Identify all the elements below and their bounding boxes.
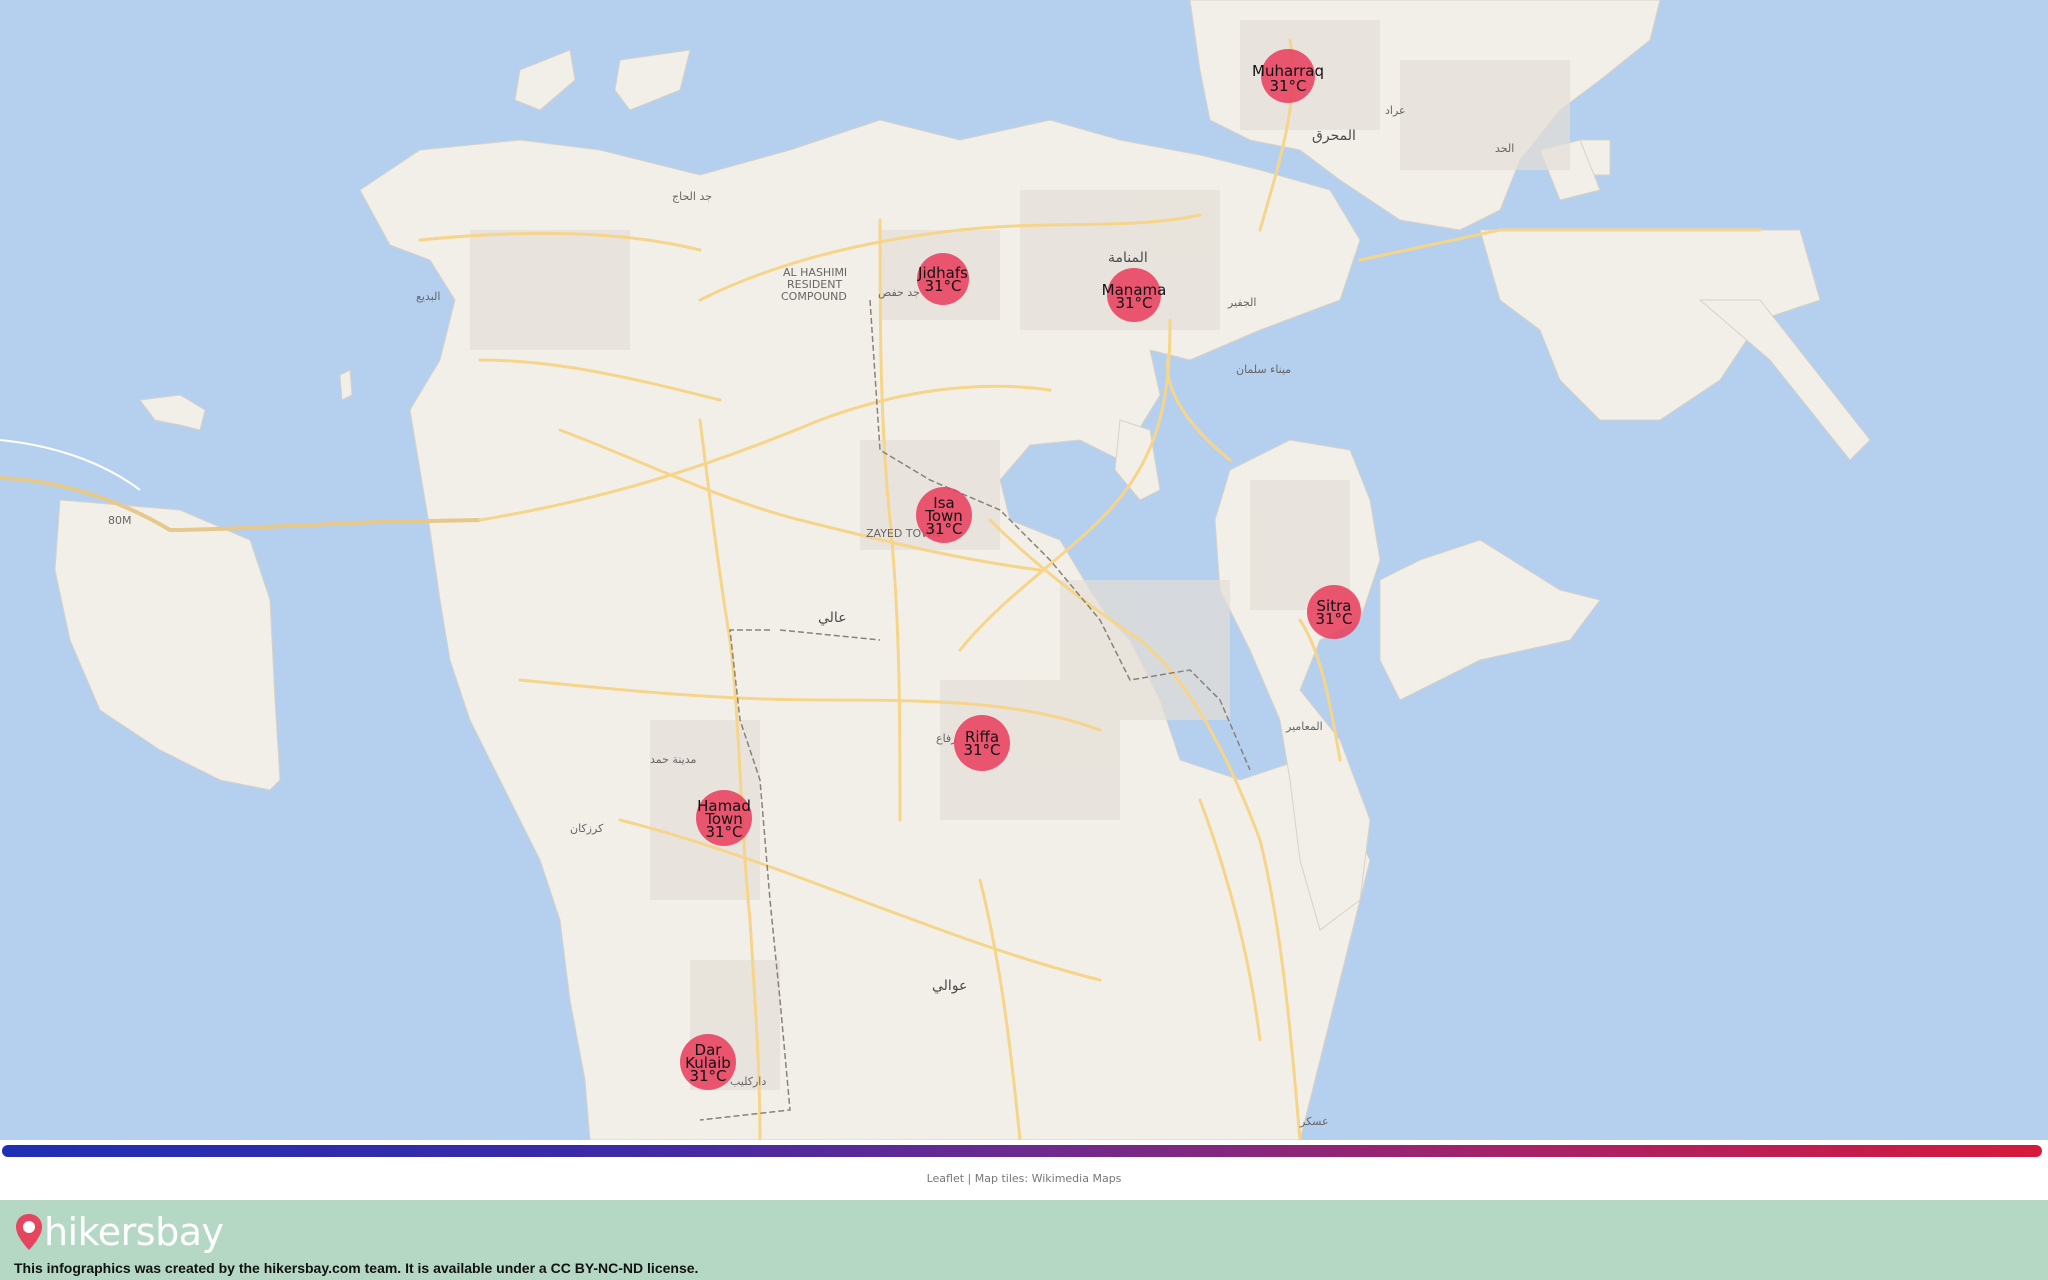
label-askar-ar: عسكر <box>1299 1115 1329 1128</box>
label-aali-ar: عالي <box>818 610 847 626</box>
label-awali-ar: عوالي <box>932 978 967 994</box>
city-marker-dar-kulaib[interactable]: Dar Kulaib 31°C <box>680 1034 736 1090</box>
label-hidd-ar: الحد <box>1495 142 1514 155</box>
causeway-north <box>0 439 141 491</box>
leaflet-link[interactable]: Leaflet <box>927 1172 964 1185</box>
svg-text:31°C: 31°C <box>963 741 1000 759</box>
svg-text:31°C: 31°C <box>924 277 961 295</box>
label-muharraq-ar: المحرق <box>1312 128 1356 144</box>
svg-text:31°C: 31°C <box>1269 77 1306 95</box>
map-view[interactable]: المحرق المنامة جد حفص البديع مدينة حمد ع… <box>0 0 2048 1140</box>
svg-text:31°C: 31°C <box>1115 294 1152 312</box>
label-road-80m: 80M <box>108 514 132 527</box>
label-mina-ar: ميناء سلمان <box>1236 363 1291 376</box>
hikersbay-logo[interactable]: hikersbay <box>14 1210 224 1254</box>
map-pin-icon <box>16 1214 42 1250</box>
footer: hikersbay This infographics was created … <box>0 1200 2048 1280</box>
license-text: This infographics was created by the hik… <box>14 1260 699 1276</box>
label-janabiya-ar: جد الحاج <box>672 190 712 203</box>
svg-text:31°C: 31°C <box>925 520 962 538</box>
label-riffa-ar: رفاع <box>936 732 957 745</box>
svg-text:31°C: 31°C <box>1315 610 1352 628</box>
label-maameer-ar: المعامير <box>1285 720 1323 733</box>
label-darkulaib-ar: داركليب <box>730 1075 766 1088</box>
svg-text:31°C: 31°C <box>689 1067 726 1085</box>
label-hamad-ar: مدينة حمد <box>650 753 696 766</box>
label-juffair-ar: الجفير <box>1227 296 1256 309</box>
land <box>54 0 1871 1140</box>
city-marker-riffa[interactable]: Riffa 31°C <box>954 715 1010 771</box>
svg-text:31°C: 31°C <box>705 823 742 841</box>
label-manama-ar: المنامة <box>1108 250 1148 266</box>
label-budaiya-ar: البديع <box>416 290 440 303</box>
label-karzakan-ar: كرزكان <box>570 822 604 835</box>
label-arad-ar: عراد <box>1385 104 1406 117</box>
label-hashimi-3: COMPOUND <box>781 290 847 303</box>
city-marker-sitra[interactable]: Sitra 31°C <box>1307 585 1361 639</box>
city-marker-isa-town[interactable]: Isa Town 31°C <box>916 487 972 543</box>
map-canvas: المحرق المنامة جد حفص البديع مدينة حمد ع… <box>0 0 1871 1140</box>
city-marker-hamad-town[interactable]: Hamad Town 31°C <box>696 790 752 846</box>
city-marker-jidhafs[interactable]: Jidhafs 31°C <box>917 253 969 305</box>
map-tiles-credit: | Map tiles: Wikimedia Maps <box>964 1172 1122 1185</box>
temperature-color-scale <box>2 1145 2042 1157</box>
map-attribution: Leaflet | Map tiles: Wikimedia Maps <box>0 1172 2048 1185</box>
logo-text: hikersbay <box>44 1210 224 1254</box>
label-jidhafs-ar: جد حفص <box>878 286 920 299</box>
